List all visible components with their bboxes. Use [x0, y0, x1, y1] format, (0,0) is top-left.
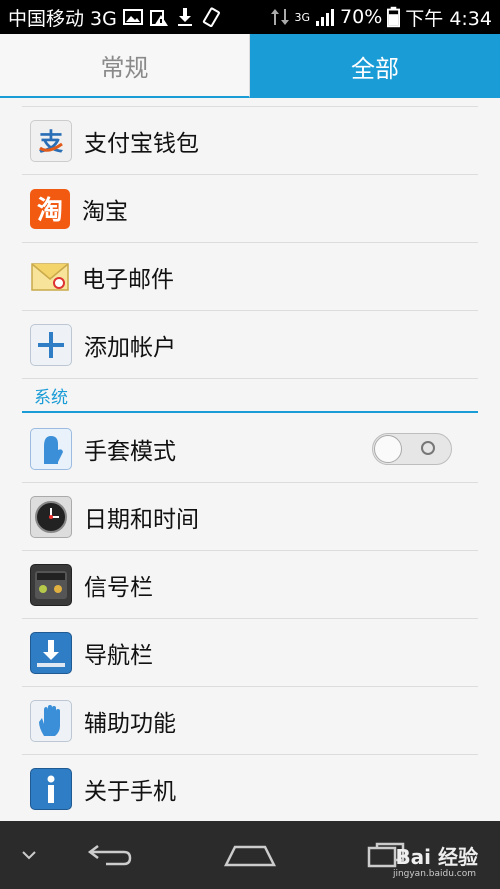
list-item-email[interactable]: 电子邮件: [22, 243, 478, 311]
network-type-label: 3G: [294, 10, 311, 24]
data-arrows-icon: [270, 9, 289, 25]
list-item-add-account[interactable]: 添加帐户: [22, 311, 478, 379]
taobao-icon: 淘: [30, 188, 70, 229]
settings-list: [0, 98, 500, 107]
clock-time: 下午 4:34: [405, 7, 492, 30]
status-bar: 中国移动 3G 3G 70% 下午 4:34: [0, 0, 500, 34]
tab-bar: 常规 全部: [0, 34, 500, 98]
collapse-button[interactable]: [14, 831, 44, 879]
navbar-icon: [30, 631, 72, 674]
hand-icon: [30, 699, 72, 742]
list-item-label: 信号栏: [84, 574, 153, 601]
back-icon: [87, 845, 132, 866]
list-item-label: 淘宝: [82, 198, 128, 225]
svg-text:支: 支: [39, 128, 64, 156]
home-button[interactable]: [222, 831, 278, 879]
statusbar-icon: [30, 563, 72, 606]
list-item-label: 添加帐户: [84, 334, 176, 361]
carrier-label: 中国移动 3G: [8, 7, 117, 30]
list-item-label: 关于手机: [84, 778, 176, 805]
list-item-about-phone[interactable]: 关于手机: [22, 755, 478, 823]
chevron-down-icon: [22, 851, 36, 860]
download-icon: [177, 8, 192, 26]
tab-general[interactable]: 常规: [0, 34, 250, 98]
divider: [22, 98, 478, 107]
battery-percent: 70%: [340, 6, 383, 28]
list-item-label: 电子邮件: [82, 266, 174, 293]
list-item-accessibility[interactable]: 辅助功能: [22, 687, 478, 755]
list-item-date-time[interactable]: 日期和时间: [22, 483, 478, 551]
image-icon: [122, 9, 143, 25]
info-icon: [30, 767, 72, 810]
list-item-label: 手套模式: [84, 438, 176, 465]
watermark-logo: Bai 经验: [395, 845, 478, 869]
list-item-alipay[interactable]: 支 支付宝钱包: [22, 107, 478, 175]
signal-icon: [316, 9, 335, 26]
section-header-system: 系统: [22, 379, 478, 413]
list-item-status-bar[interactable]: 信号栏: [22, 551, 478, 619]
email-icon: [30, 257, 70, 297]
back-button[interactable]: [84, 831, 136, 879]
vibrate-icon: [202, 7, 220, 27]
list-item-glove-mode[interactable]: 手套模式: [22, 415, 478, 483]
glove-icon: [30, 427, 72, 470]
system-nav-bar: Bai 经验 jingyan.baidu.com: [0, 821, 500, 889]
watermark-url: jingyan.baidu.com: [392, 869, 476, 879]
list-item-nav-bar[interactable]: 导航栏: [22, 619, 478, 687]
alipay-icon: 支: [30, 119, 72, 162]
plus-icon: [30, 323, 72, 366]
svg-text:淘: 淘: [37, 196, 63, 226]
list-item-label: 导航栏: [84, 642, 153, 669]
glove-mode-toggle[interactable]: [372, 433, 452, 465]
tab-all[interactable]: 全部: [250, 34, 500, 98]
battery-icon: [387, 6, 401, 28]
home-icon: [223, 845, 277, 867]
toggle-knob: [374, 435, 402, 463]
warning-icon: [149, 10, 168, 26]
toggle-off-indicator: [421, 441, 435, 455]
list-item-label: 辅助功能: [84, 710, 176, 737]
clock-icon: [30, 495, 72, 538]
list-item-taobao[interactable]: 淘 淘宝: [22, 175, 478, 243]
list-item-label: 支付宝钱包: [84, 130, 199, 157]
list-item-label: 日期和时间: [84, 506, 199, 533]
